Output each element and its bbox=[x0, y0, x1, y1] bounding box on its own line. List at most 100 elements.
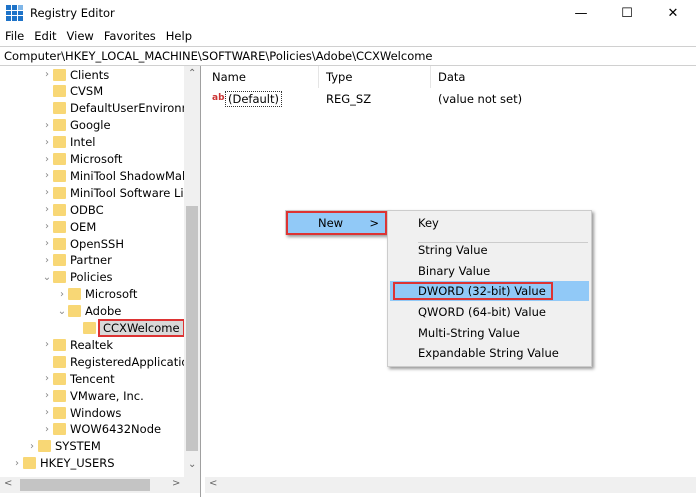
tree-item[interactable]: › Intel bbox=[42, 134, 95, 151]
chevron-right-icon[interactable]: › bbox=[42, 221, 52, 232]
chevron-right-icon[interactable]: › bbox=[42, 69, 52, 80]
value-data: (value not set) bbox=[438, 92, 523, 106]
chevron-right-icon[interactable]: › bbox=[42, 373, 52, 384]
registry-editor-icon bbox=[6, 5, 23, 21]
tree-item[interactable]: › HKEY_USERS bbox=[12, 455, 115, 472]
chevron-right-icon[interactable]: › bbox=[42, 120, 52, 131]
tree-item-label: Clients bbox=[70, 67, 110, 82]
tree-item[interactable]: › Clients bbox=[42, 66, 109, 83]
tree-item[interactable]: › OEM bbox=[42, 218, 96, 235]
scroll-down-icon[interactable]: ⌄ bbox=[188, 459, 196, 470]
tree-item[interactable]: › VMware, Inc. bbox=[42, 387, 144, 404]
new-submenu: Key String Value Binary Value DWORD (32-… bbox=[387, 210, 592, 367]
menu-item-new[interactable]: New > bbox=[286, 211, 387, 235]
values-horizontal-scrollbar[interactable]: < bbox=[205, 477, 696, 493]
tree-item-label: HKEY_USERS bbox=[40, 456, 115, 471]
tree-item[interactable]: › MiniTool Software Lim bbox=[42, 184, 195, 201]
tree-item[interactable]: › Google bbox=[42, 117, 111, 134]
tree-item-label: ODBC bbox=[70, 202, 104, 217]
chevron-right-icon[interactable]: › bbox=[12, 458, 22, 469]
folder-icon bbox=[68, 305, 81, 318]
chevron-down-icon[interactable]: ⌄ bbox=[57, 306, 67, 317]
tree-item-label: Windows bbox=[70, 405, 122, 420]
title-bar: Registry Editor — ☐ ✕ bbox=[0, 0, 696, 26]
column-name[interactable]: Name bbox=[205, 66, 319, 88]
menu-item-multi-string-value[interactable]: Multi-String Value bbox=[390, 323, 589, 343]
folder-icon bbox=[53, 203, 66, 216]
chevron-right-icon[interactable]: › bbox=[57, 289, 67, 300]
menu-edit[interactable]: Edit bbox=[29, 29, 61, 43]
folder-icon bbox=[53, 423, 66, 436]
chevron-down-icon[interactable]: ⌄ bbox=[42, 272, 52, 283]
menu-item-expandable-string-value[interactable]: Expandable String Value bbox=[390, 343, 589, 363]
menu-view[interactable]: View bbox=[62, 29, 99, 43]
menu-favorites[interactable]: Favorites bbox=[99, 29, 161, 43]
chevron-right-icon[interactable]: › bbox=[42, 170, 52, 181]
minimize-button[interactable]: — bbox=[558, 0, 604, 26]
tree-item[interactable]: › Realtek bbox=[42, 336, 113, 353]
tree-item[interactable]: › OpenSSH bbox=[42, 235, 124, 252]
tree-item-label: Intel bbox=[70, 135, 96, 150]
new-label: New bbox=[318, 216, 344, 230]
address-bar[interactable]: Computer\HKEY_LOCAL_MACHINE\SOFTWARE\Pol… bbox=[0, 46, 696, 66]
value-row[interactable]: ab (Default) REG_SZ (value not set) bbox=[205, 90, 696, 108]
menu-item-qword-value[interactable]: QWORD (64-bit) Value bbox=[390, 302, 589, 322]
column-data[interactable]: Data bbox=[431, 66, 696, 88]
tree-item[interactable]: › WOW6432Node bbox=[42, 421, 161, 438]
tree-item[interactable]: › MiniTool ShadowMak bbox=[42, 167, 189, 184]
tree-item[interactable]: RegisteredApplication bbox=[42, 353, 196, 370]
menu-bar: File Edit View Favorites Help bbox=[0, 26, 197, 46]
tree-item[interactable]: › ODBC bbox=[42, 201, 104, 218]
maximize-button[interactable]: ☐ bbox=[604, 0, 650, 26]
tree-scroll-thumb[interactable] bbox=[186, 206, 198, 451]
tree-item[interactable]: › Partner bbox=[42, 252, 112, 269]
tree-item-label: RegisteredApplication bbox=[70, 354, 196, 369]
tree-item[interactable]: › Microsoft bbox=[57, 286, 137, 303]
submenu-arrow-icon: > bbox=[369, 216, 379, 230]
menu-item-string-value[interactable]: String Value bbox=[390, 240, 589, 260]
tree-item[interactable]: ⌄ Adobe bbox=[57, 303, 122, 320]
scroll-up-icon[interactable]: ⌃ bbox=[188, 68, 196, 79]
tree-item[interactable]: CCXWelcome bbox=[72, 319, 185, 337]
folder-icon bbox=[53, 254, 66, 267]
chevron-right-icon[interactable]: › bbox=[42, 339, 52, 350]
menu-item-dword-value[interactable]: DWORD (32-bit) Value bbox=[390, 281, 589, 301]
folder-icon bbox=[53, 338, 66, 351]
close-button[interactable]: ✕ bbox=[650, 0, 696, 26]
folder-icon bbox=[53, 119, 66, 132]
tree-horizontal-scrollbar[interactable]: < > bbox=[0, 477, 200, 493]
tree-item[interactable]: › SYSTEM bbox=[27, 438, 101, 455]
chevron-right-icon[interactable]: › bbox=[27, 441, 37, 452]
chevron-right-icon[interactable]: › bbox=[42, 187, 52, 198]
dword-label: DWORD (32-bit) Value bbox=[393, 282, 553, 300]
chevron-right-icon[interactable]: › bbox=[42, 390, 52, 401]
chevron-right-icon[interactable]: › bbox=[42, 137, 52, 148]
column-type[interactable]: Type bbox=[319, 66, 431, 88]
menu-item-key[interactable]: Key bbox=[390, 213, 589, 233]
tree-item-label: Partner bbox=[70, 253, 112, 268]
chevron-right-icon[interactable]: › bbox=[42, 238, 52, 249]
chevron-right-icon[interactable]: › bbox=[42, 424, 52, 435]
chevron-right-icon[interactable]: › bbox=[42, 407, 52, 418]
folder-icon bbox=[53, 85, 66, 98]
scroll-left-icon[interactable]: < bbox=[209, 478, 217, 489]
scroll-left-icon[interactable]: < bbox=[4, 478, 12, 489]
tree-item[interactable]: › Tencent bbox=[42, 370, 115, 387]
tree-item-label: OEM bbox=[70, 219, 97, 234]
menu-file[interactable]: File bbox=[0, 29, 29, 43]
chevron-right-icon[interactable]: › bbox=[42, 154, 52, 165]
scroll-right-icon[interactable]: > bbox=[172, 478, 180, 489]
chevron-right-icon[interactable]: › bbox=[42, 255, 52, 266]
tree-vertical-scrollbar[interactable]: ⌃ ⌄ bbox=[184, 66, 200, 477]
tree-item[interactable]: DefaultUserEnvironme bbox=[42, 100, 200, 117]
tree-item[interactable]: ⌄ Policies bbox=[42, 269, 113, 286]
tree-item[interactable]: › Windows bbox=[42, 404, 121, 421]
menu-help[interactable]: Help bbox=[161, 29, 197, 43]
tree-item[interactable]: CVSM bbox=[42, 83, 103, 100]
tree-hscroll-thumb[interactable] bbox=[20, 479, 150, 491]
chevron-right-icon[interactable]: › bbox=[42, 204, 52, 215]
folder-icon bbox=[53, 136, 66, 149]
tree-item-label: MiniTool Software Lim bbox=[70, 185, 195, 200]
menu-item-binary-value[interactable]: Binary Value bbox=[390, 261, 589, 281]
tree-item[interactable]: › Microsoft bbox=[42, 151, 122, 168]
